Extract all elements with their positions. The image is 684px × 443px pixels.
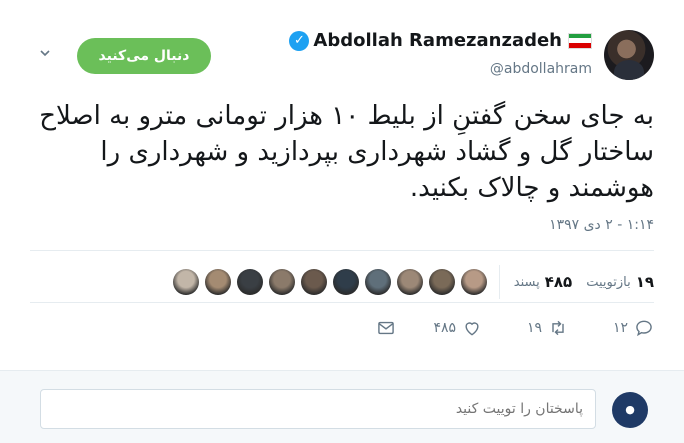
like-action[interactable]: ۴۸۵ (396, 318, 482, 338)
direct-message-action[interactable] (310, 318, 396, 338)
liker-avatar[interactable] (172, 269, 199, 295)
iran-flag-icon (568, 32, 592, 49)
current-user-avatar: ● (612, 392, 648, 428)
tweet-actions: ۱۲ ۱۹ ۴۸۵ (310, 318, 654, 338)
liker-avatars (172, 269, 487, 295)
liker-avatar[interactable] (428, 269, 455, 295)
likes-count: ۴۸۵ (544, 273, 573, 291)
envelope-icon (378, 321, 394, 335)
likes-label: پسند (513, 274, 540, 290)
retweet-count: ۱۹ (526, 320, 542, 336)
reply-count: ۱۲ (612, 320, 628, 336)
reply-icon (636, 320, 652, 337)
divider (30, 302, 654, 303)
liker-avatar[interactable] (364, 269, 391, 295)
liker-avatar[interactable] (268, 269, 295, 295)
retweets-label: بازتوییت (586, 274, 631, 290)
stats-separator (498, 265, 500, 299)
reply-input[interactable] (40, 389, 596, 429)
liker-avatar[interactable] (236, 269, 263, 295)
verified-badge-icon: ✓ (289, 30, 310, 51)
heart-icon (465, 322, 479, 336)
liker-avatar[interactable] (396, 269, 423, 295)
author-name-row[interactable]: ✓ Abdollah Ramezanzadeh (289, 30, 592, 51)
tweet-card: ✓ Abdollah Ramezanzadeh @abdollahram دنب… (0, 0, 684, 370)
tweet-text: به جای سخن گفتنِ از بلیط ۱۰ هزار تومانی … (39, 101, 654, 203)
liker-avatar[interactable] (332, 269, 359, 295)
liker-avatar[interactable] (300, 269, 327, 295)
like-count: ۴۸۵ (433, 320, 456, 336)
author-avatar[interactable] (604, 30, 654, 80)
author-display-name[interactable]: Abdollah Ramezanzadeh (313, 30, 562, 51)
engagement-stats: ۱۹ بازتوییت ۴۸۵ پسند (172, 265, 654, 299)
following-button[interactable]: دنبال می‌کنید (77, 38, 211, 74)
reply-composer: ● (0, 370, 684, 443)
retweets-count: ۱۹ (635, 273, 654, 291)
tweet-timestamp[interactable]: ۱:۱۴ - ۲ دی ۱۳۹۷ (549, 217, 654, 233)
liker-avatar[interactable] (460, 269, 487, 295)
divider (30, 250, 654, 251)
retweet-icon (552, 320, 564, 336)
author-handle[interactable]: @abdollahram (490, 61, 592, 77)
likes-stat[interactable]: ۴۸۵ پسند (514, 273, 572, 291)
retweets-stat[interactable]: ۱۹ بازتوییت (586, 273, 654, 291)
reply-action[interactable]: ۱۲ (568, 318, 654, 338)
liker-avatar[interactable] (204, 269, 231, 295)
retweet-action[interactable]: ۱۹ (482, 318, 568, 338)
chevron-down-icon[interactable] (40, 48, 50, 58)
